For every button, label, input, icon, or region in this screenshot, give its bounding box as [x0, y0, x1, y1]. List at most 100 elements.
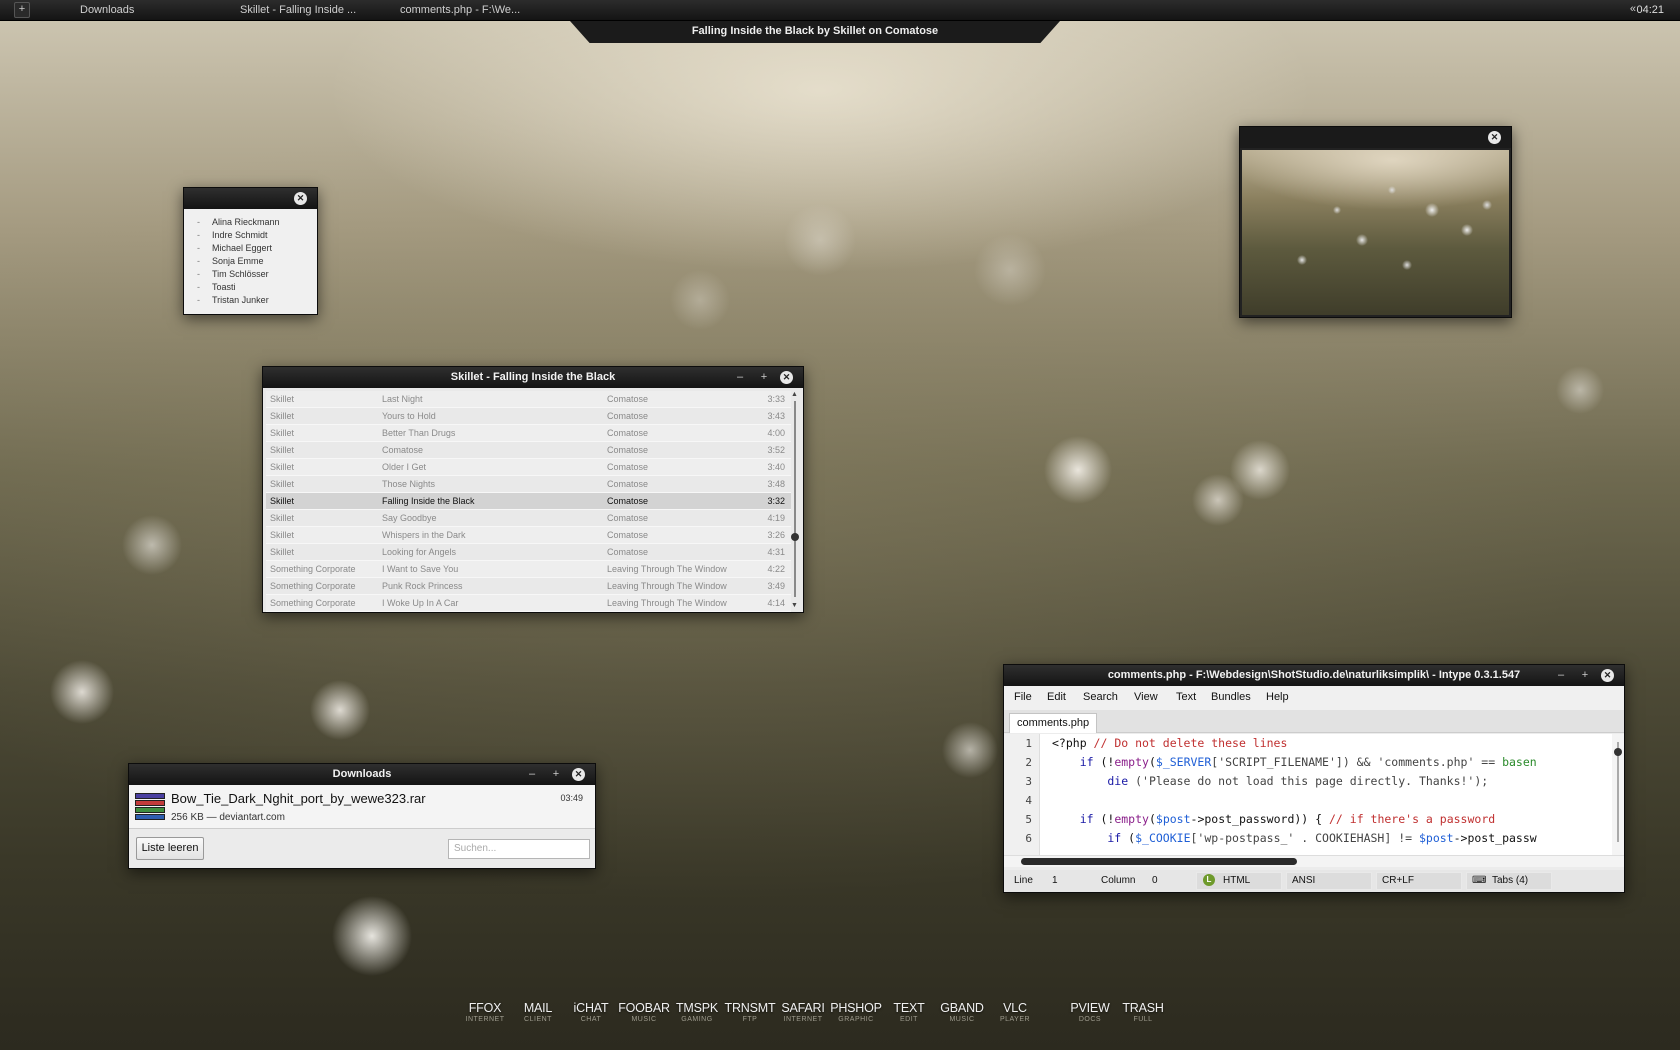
- playlist-row[interactable]: Skillet Last Night Comatose 3:33: [266, 391, 791, 408]
- track-length: 4:22: [767, 564, 785, 574]
- contact-item[interactable]: - Sonja Emme: [197, 255, 317, 268]
- playlist-scrollbar[interactable]: ▲ ▼: [791, 391, 799, 609]
- playlist-row[interactable]: Skillet Older I Get Comatose 3:40: [266, 459, 791, 476]
- dock-item-label: PHSHOP: [830, 1001, 882, 1015]
- dock-item-label: SAFARI: [781, 1001, 825, 1015]
- track-album: Leaving Through The Window: [607, 564, 727, 574]
- downloads-titlebar[interactable]: Downloads – + ✕: [129, 764, 595, 785]
- close-icon[interactable]: ✕: [572, 768, 585, 781]
- code-line: if ($_COOKIE['wp-postpass_' . COOKIEHASH…: [1052, 831, 1537, 845]
- playlist-row[interactable]: Skillet Looking for Angels Comatose 4:31: [266, 544, 791, 561]
- close-icon[interactable]: ✕: [1601, 669, 1614, 682]
- scroll-thumb[interactable]: [1614, 748, 1622, 756]
- playlist-row[interactable]: Skillet Falling Inside the Black Comatose 3…: [266, 493, 791, 510]
- contact-item[interactable]: - Toasti: [197, 281, 317, 294]
- close-icon[interactable]: ✕: [780, 371, 793, 384]
- track-length: 3:26: [767, 530, 785, 540]
- code-area[interactable]: 1 2 3 4 5 6 <?php // Do not delete these…: [1004, 734, 1624, 855]
- dock-item-label: FOOBAR: [618, 1001, 670, 1015]
- playlist-row[interactable]: Skillet Better Than Drugs Comatose 4:00: [266, 425, 791, 442]
- dock-item-ffox[interactable]: FFOX INTERNET: [455, 1001, 515, 1023]
- editor-titlebar[interactable]: comments.php - F:\Webdesign\ShotStudio.d…: [1004, 665, 1624, 686]
- track-title: Punk Rock Princess: [382, 581, 463, 591]
- photo-viewer-window: ✕: [1239, 126, 1512, 318]
- menu-search[interactable]: Search: [1083, 691, 1118, 703]
- maximize-icon[interactable]: +: [1578, 665, 1592, 686]
- contact-item[interactable]: - Indre Schmidt: [197, 229, 317, 242]
- dock: FFOX INTERNET MAIL CLIENT iCHAT CHAT FOOBAR MUS…: [466, 1001, 1190, 1031]
- contact-item[interactable]: - Tim Schlösser: [197, 268, 317, 281]
- playlist-row[interactable]: Skillet Say Goodbye Comatose 4:19: [266, 510, 791, 527]
- dock-item-mail[interactable]: MAIL CLIENT: [508, 1001, 568, 1023]
- photo-titlebar[interactable]: ✕: [1240, 127, 1511, 148]
- playlist-row[interactable]: Skillet Comatose Comatose 3:52: [266, 442, 791, 459]
- maximize-icon[interactable]: +: [757, 367, 771, 388]
- download-item[interactable]: Bow_Tie_Dark_Nghit_port_by_wewe323.rar 2…: [129, 785, 595, 829]
- track-album: Comatose: [607, 530, 649, 540]
- taskbar-item-player[interactable]: Skillet - Falling Inside ...: [240, 4, 356, 16]
- taskbar-item-editor[interactable]: comments.php - F:\We...: [400, 4, 520, 16]
- track-length: 3:40: [767, 462, 785, 472]
- track-artist: Something Corporate: [270, 581, 356, 591]
- tab-comments-php[interactable]: comments.php: [1009, 713, 1098, 733]
- contacts-window: ✕ - Alina Rieckmann - Indre Schmidt - Micha…: [183, 187, 318, 315]
- editor-horizontal-scrollbar[interactable]: [1004, 855, 1624, 867]
- download-time: 03:49: [560, 793, 583, 803]
- dock-item-pview[interactable]: PVIEW DOCS: [1060, 1001, 1120, 1023]
- dock-item-gband[interactable]: GBAND MUSIC: [932, 1001, 992, 1023]
- track-title: Yours to Hold: [382, 411, 436, 421]
- minimize-icon[interactable]: –: [733, 367, 747, 388]
- editor-vertical-scrollbar[interactable]: [1612, 734, 1624, 855]
- playlist-row[interactable]: Something Corporate Punk Rock Princess Lea…: [266, 578, 791, 595]
- line-number: 2: [1025, 756, 1032, 769]
- contact-item[interactable]: - Tristan Junker: [197, 294, 317, 307]
- contacts-titlebar[interactable]: ✕: [184, 188, 317, 209]
- dock-item-phshop[interactable]: PHSHOP GRAPHIC: [826, 1001, 886, 1023]
- close-icon[interactable]: ✕: [1488, 131, 1501, 144]
- playlist-row[interactable]: Skillet Yours to Hold Comatose 3:43: [266, 408, 791, 425]
- clear-list-button[interactable]: Liste leeren: [136, 837, 204, 860]
- menu-file[interactable]: File: [1014, 691, 1032, 703]
- track-length: 3:52: [767, 445, 785, 455]
- track-length: 4:14: [767, 598, 785, 608]
- minimize-icon[interactable]: –: [1554, 665, 1568, 686]
- add-icon[interactable]: +: [14, 2, 30, 18]
- dock-item-vlc[interactable]: VLC PLAYER: [985, 1001, 1045, 1023]
- playlist-row[interactable]: Skillet Those Nights Comatose 3:48: [266, 476, 791, 493]
- menu-help[interactable]: Help: [1266, 691, 1289, 703]
- scroll-thumb[interactable]: [791, 533, 799, 541]
- scroll-thumb[interactable]: [1021, 858, 1297, 865]
- menu-edit[interactable]: Edit: [1047, 691, 1066, 703]
- dock-item-category: DOCS: [1078, 1016, 1102, 1023]
- dock-item-trnsmt[interactable]: TRNSMT FTP: [720, 1001, 780, 1023]
- dock-item-foobar[interactable]: FOOBAR MUSIC: [614, 1001, 674, 1023]
- close-icon[interactable]: ✕: [294, 192, 307, 205]
- dock-item-tmspk[interactable]: TMSPK GAMING: [667, 1001, 727, 1023]
- contact-item[interactable]: - Alina Rieckmann: [197, 216, 317, 229]
- scroll-up-icon[interactable]: ▲: [791, 391, 798, 398]
- player-titlebar[interactable]: Skillet - Falling Inside the Black – + ✕: [263, 367, 803, 388]
- line-gutter: 1 2 3 4 5 6: [1004, 734, 1040, 855]
- dock-item-safari[interactable]: SAFARI INTERNET: [773, 1001, 833, 1023]
- menu-view[interactable]: View: [1134, 691, 1158, 703]
- playlist-row[interactable]: Something Corporate I Woke Up In A Car Lea…: [266, 595, 791, 612]
- scroll-track: [794, 401, 796, 597]
- taskbar-item-downloads[interactable]: Downloads: [80, 4, 134, 16]
- eol-label: CR+LF: [1382, 875, 1414, 886]
- code-lines[interactable]: <?php // Do not delete these lines if (!…: [1052, 734, 1614, 855]
- code-line: <?php // Do not delete these lines: [1052, 736, 1288, 750]
- maximize-icon[interactable]: +: [549, 764, 563, 785]
- menu-text[interactable]: Text: [1176, 691, 1196, 703]
- line-value: 1: [1052, 875, 1058, 886]
- menu-bundles[interactable]: Bundles: [1211, 691, 1251, 703]
- minimize-icon[interactable]: –: [525, 764, 539, 785]
- search-input[interactable]: Suchen...: [448, 839, 590, 859]
- dock-item-ichat[interactable]: iCHAT CHAT: [561, 1001, 621, 1023]
- dock-item-text[interactable]: TEXT EDIT: [879, 1001, 939, 1023]
- scroll-down-icon[interactable]: ▼: [791, 602, 798, 609]
- rewind-icon[interactable]: «: [1630, 3, 1636, 15]
- dock-item-trash[interactable]: TRASH FULL: [1113, 1001, 1173, 1023]
- contact-item[interactable]: - Michael Eggert: [197, 242, 317, 255]
- playlist-row[interactable]: Skillet Whispers in the Dark Comatose 3:26: [266, 527, 791, 544]
- playlist-row[interactable]: Something Corporate I Want to Save You Lea…: [266, 561, 791, 578]
